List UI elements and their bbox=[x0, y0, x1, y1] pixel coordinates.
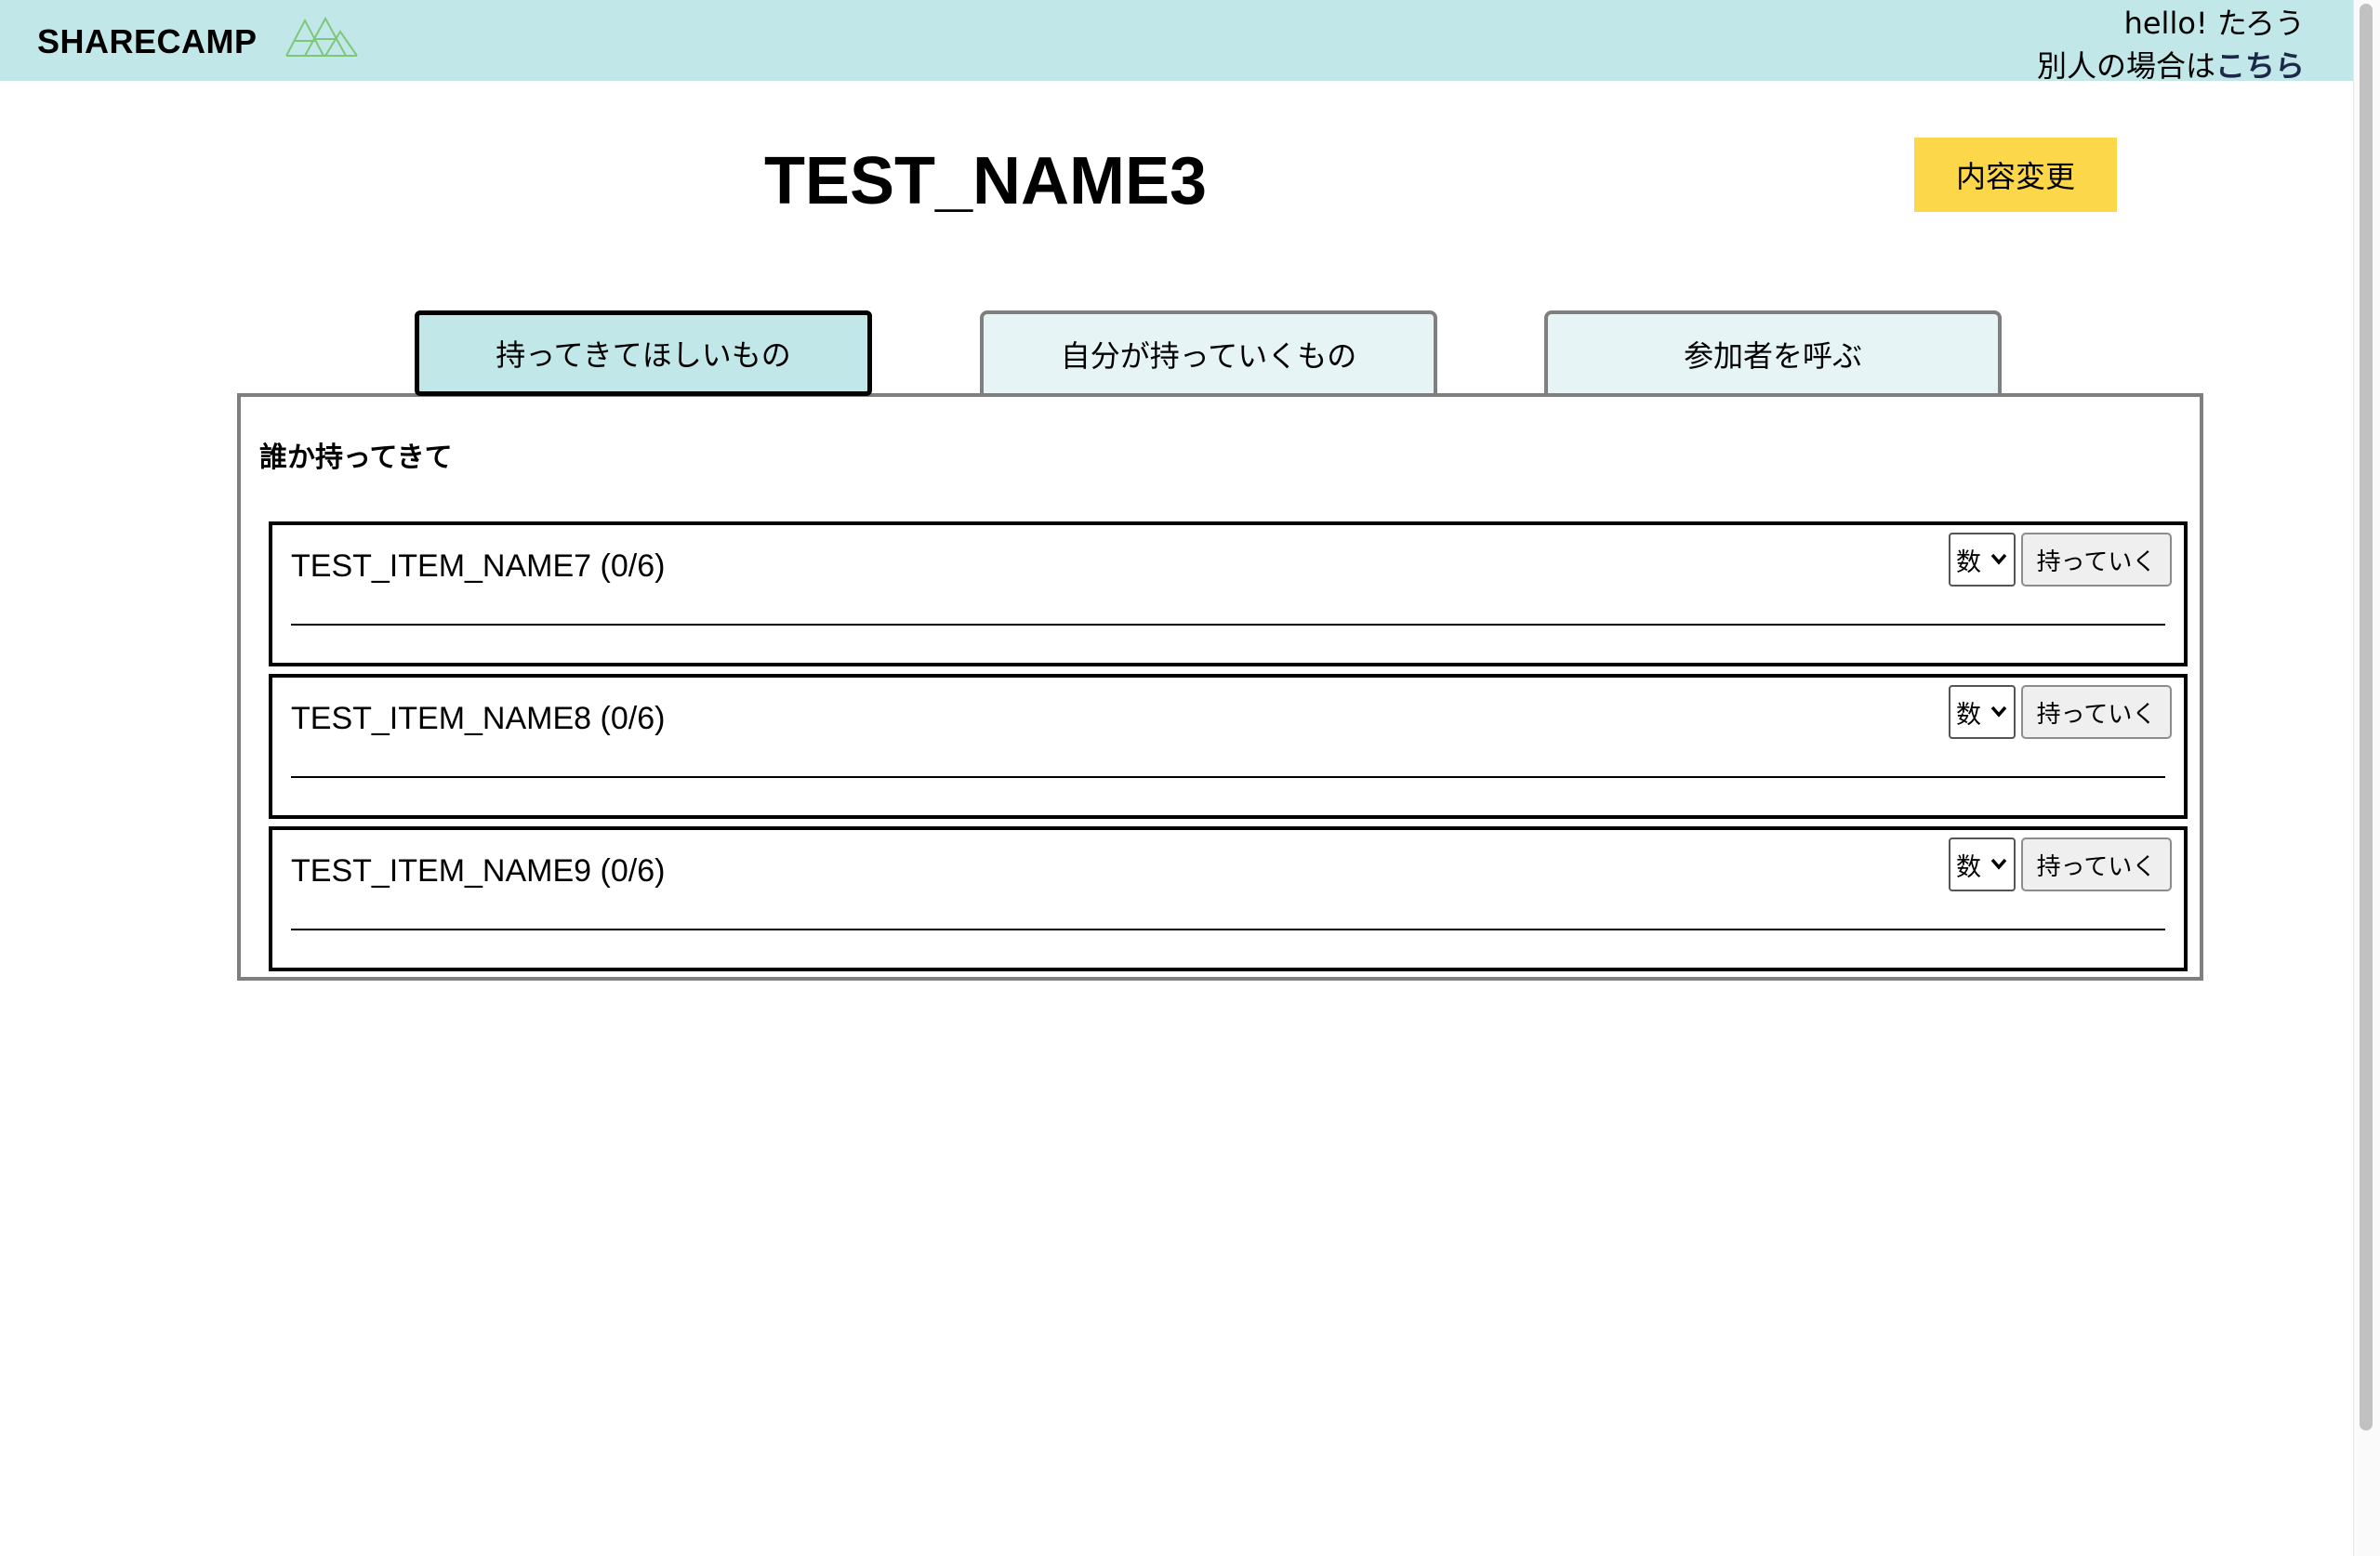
greeting-text: hello! たろう bbox=[2123, 6, 2305, 41]
switch-user-prefix: 別人の場合は bbox=[2036, 48, 2215, 84]
item-name: TEST_ITEM_NAME8 (0/6) bbox=[291, 701, 666, 736]
user-greeting: hello! たろう 別人の場合はこちら bbox=[2037, 2, 2305, 87]
item-divider bbox=[291, 624, 2165, 626]
quantity-select-value: 数 bbox=[1956, 547, 1981, 577]
list-item: TEST_ITEM_NAME7 (0/6) 数 持っていく bbox=[269, 521, 2188, 666]
item-name: TEST_ITEM_NAME9 (0/6) bbox=[291, 853, 666, 889]
app-logo-text[interactable]: SHARECAMP bbox=[37, 22, 258, 61]
chevron-down-icon bbox=[1990, 858, 2007, 870]
list-item: TEST_ITEM_NAME9 (0/6) 数 持っていく bbox=[269, 826, 2188, 971]
tab-my-items[interactable]: 自分が持っていくもの bbox=[980, 310, 1437, 394]
page-title: TEST_NAME3 bbox=[763, 144, 1208, 218]
item-divider bbox=[291, 776, 2165, 778]
quantity-select[interactable]: 数 bbox=[1949, 533, 2016, 587]
quantity-select-value: 数 bbox=[1956, 852, 1981, 882]
quantity-select-value: 数 bbox=[1956, 700, 1981, 730]
chevron-down-icon bbox=[1990, 553, 2007, 565]
mountain-icon bbox=[285, 16, 358, 57]
app-header: SHARECAMP hello! たろう 別人の場合はこちら bbox=[0, 0, 2353, 84]
edit-content-button[interactable]: 内容変更 bbox=[1914, 138, 2117, 212]
quantity-select[interactable]: 数 bbox=[1949, 685, 2016, 739]
switch-user-link[interactable]: こちら bbox=[2215, 48, 2305, 84]
bring-item-button[interactable]: 持っていく bbox=[2021, 533, 2172, 587]
quantity-select[interactable]: 数 bbox=[1949, 837, 2016, 891]
chevron-down-icon bbox=[1990, 705, 2007, 718]
bring-item-button[interactable]: 持っていく bbox=[2021, 685, 2172, 739]
bring-item-button[interactable]: 持っていく bbox=[2021, 837, 2172, 891]
section-title: 誰か持ってきて bbox=[259, 442, 453, 474]
item-name: TEST_ITEM_NAME7 (0/6) bbox=[291, 548, 666, 584]
tab-invite-participants[interactable]: 参加者を呼ぶ bbox=[1544, 310, 2002, 394]
tab-requested-items[interactable]: 持ってきてほしいもの bbox=[415, 310, 872, 396]
list-item: TEST_ITEM_NAME8 (0/6) 数 持っていく bbox=[269, 674, 2188, 819]
tab-content-panel: 誰か持ってきて TEST_ITEM_NAME7 (0/6) 数 持っていく TE… bbox=[237, 393, 2203, 981]
page-scrollbar[interactable] bbox=[2353, 0, 2380, 1556]
switch-user-line: 別人の場合はこちら bbox=[2037, 45, 2305, 87]
item-divider bbox=[291, 929, 2165, 930]
scrollbar-thumb[interactable] bbox=[2360, 4, 2373, 1431]
